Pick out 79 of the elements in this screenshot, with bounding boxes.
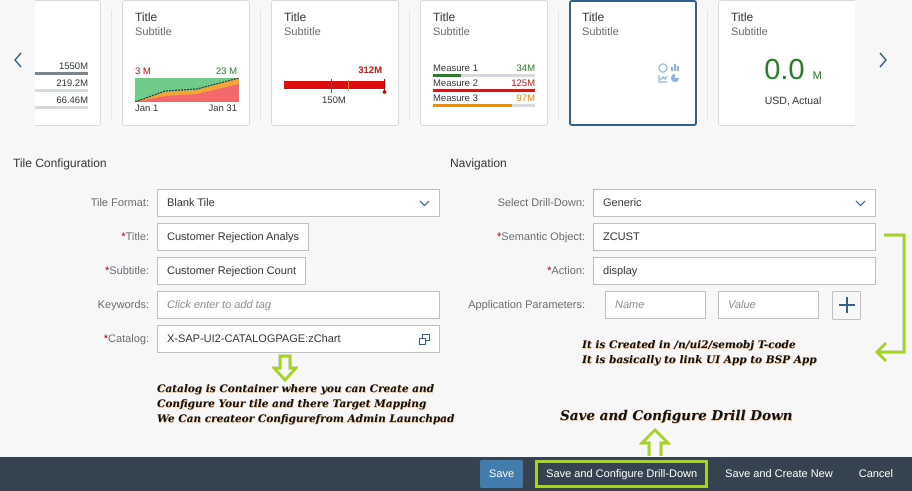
comparison-value: 1550M xyxy=(58,61,88,72)
required-mark: * xyxy=(121,231,126,243)
tile[interactable]: Title Subtitle 3 M 23 M Jan 1 Jan 31 xyxy=(122,0,250,126)
kpi-unit: M xyxy=(812,70,822,82)
chevron-left-icon[interactable] xyxy=(13,52,23,68)
required-mark: * xyxy=(104,265,110,277)
kpi-value: 0.0 xyxy=(764,53,805,87)
input-field[interactable]: display xyxy=(593,257,876,285)
field-label: Action: xyxy=(551,265,585,277)
required-mark: * xyxy=(547,265,552,277)
field-label: Semantic Object: xyxy=(501,231,585,243)
start-value: 3 M xyxy=(135,66,151,77)
tile-title: Title xyxy=(731,10,754,25)
tile-title: Title xyxy=(582,10,606,25)
dropdown-field[interactable]: Blank Tile xyxy=(157,189,440,217)
measure-value: 125M xyxy=(511,78,535,89)
field-label: Tile Format: xyxy=(90,197,149,209)
kpi-footer: USD, Actual xyxy=(764,95,822,107)
section-heading: Navigation xyxy=(450,156,508,170)
tile-subtitle: Subtitle xyxy=(582,25,620,39)
tile[interactable]: Title Subtitle 312M 150M xyxy=(271,0,399,126)
required-mark: * xyxy=(496,231,502,243)
comparison-value: 219.2M xyxy=(56,78,88,89)
required-mark: * xyxy=(104,333,108,345)
dropdown-field[interactable]: Generic xyxy=(593,189,876,217)
input-field[interactable]: Customer Rejection Count xyxy=(157,257,306,285)
annotation-text: Catalog is Container where you can Create and xyxy=(157,382,435,397)
add-button[interactable] xyxy=(832,290,861,320)
analytics-icon xyxy=(658,63,680,83)
tile[interactable]: Title Subtitle 0.0 M USD, Actual xyxy=(718,0,855,126)
comparison-value: 66.46M xyxy=(56,95,88,106)
copy-icon xyxy=(419,334,430,344)
end-value: 23 M xyxy=(216,66,237,77)
target-value: 150M xyxy=(322,95,346,106)
input-field[interactable]: Customer Rejection Analys xyxy=(157,223,310,251)
measure-label: Measure 2 xyxy=(433,78,478,89)
measure-value: 34M xyxy=(516,63,535,74)
tile-title: Title xyxy=(433,10,456,25)
chevron-down-icon xyxy=(419,200,430,206)
tile-subtitle: Subtitle xyxy=(135,25,173,39)
measure-label: Measure 1 xyxy=(433,63,478,74)
field-label: Application Parameters: xyxy=(468,299,585,311)
field-label: Catalog: xyxy=(108,333,149,345)
footer-button[interactable]: Save xyxy=(480,460,524,488)
tile[interactable]: 1550M 219.2M 66.46M xyxy=(35,0,101,126)
chevron-down-icon xyxy=(855,200,866,206)
field-label: Select Drill-Down: xyxy=(498,197,585,209)
field-label: Keywords: xyxy=(98,299,149,311)
input-field[interactable]: Click enter to add tag xyxy=(157,291,440,319)
tile-title: Title xyxy=(135,10,158,25)
plus-icon xyxy=(838,297,854,313)
tile[interactable]: Title Subtitle xyxy=(569,0,697,126)
input-field[interactable]: ZCUST xyxy=(593,223,876,251)
footer-button[interactable]: Cancel xyxy=(850,460,902,488)
annotation-text: It is Created in /n/ui2/semobj T-code xyxy=(582,338,797,353)
footer-button[interactable]: Save and Create New xyxy=(716,460,842,488)
field-label: Title: xyxy=(126,231,149,243)
footer-button[interactable]: Save and Configure Drill-Down xyxy=(535,460,708,488)
measure-value: 97M xyxy=(516,93,535,104)
annotation-text: Save and Configure Drill Down xyxy=(560,408,792,424)
input-field[interactable]: X-SAP-UI2-CATALOGPAGE:zChart xyxy=(157,325,440,353)
actual-value: 312M xyxy=(358,65,382,76)
down-arrow-icon xyxy=(272,354,298,382)
chevron-right-icon[interactable] xyxy=(878,52,888,68)
input-field[interactable]: Value xyxy=(718,291,819,319)
tile-subtitle: Subtitle xyxy=(284,25,322,39)
input-field[interactable]: Name xyxy=(605,291,706,319)
end-date: Jan 31 xyxy=(208,103,237,114)
annotation-text: Configure Your tile and there Target Mapping xyxy=(157,397,428,412)
field-label: Subtitle: xyxy=(109,265,149,277)
tile[interactable]: Title Subtitle Measure 1 34M Measure 2 125M Measure 3 97M xyxy=(420,0,548,126)
tile-subtitle: Subtitle xyxy=(433,25,471,39)
start-date: Jan 1 xyxy=(135,103,158,114)
measure-label: Measure 3 xyxy=(433,93,478,104)
annotation-text: It is basically to link UI App to BSP App xyxy=(582,353,817,368)
tile-subtitle: Subtitle xyxy=(731,25,769,39)
tile-title: Title xyxy=(284,10,308,25)
section-heading: Tile Configuration xyxy=(13,156,108,170)
annotation-text: We Can createor Configurefrom Admin Launchpad xyxy=(157,412,454,427)
